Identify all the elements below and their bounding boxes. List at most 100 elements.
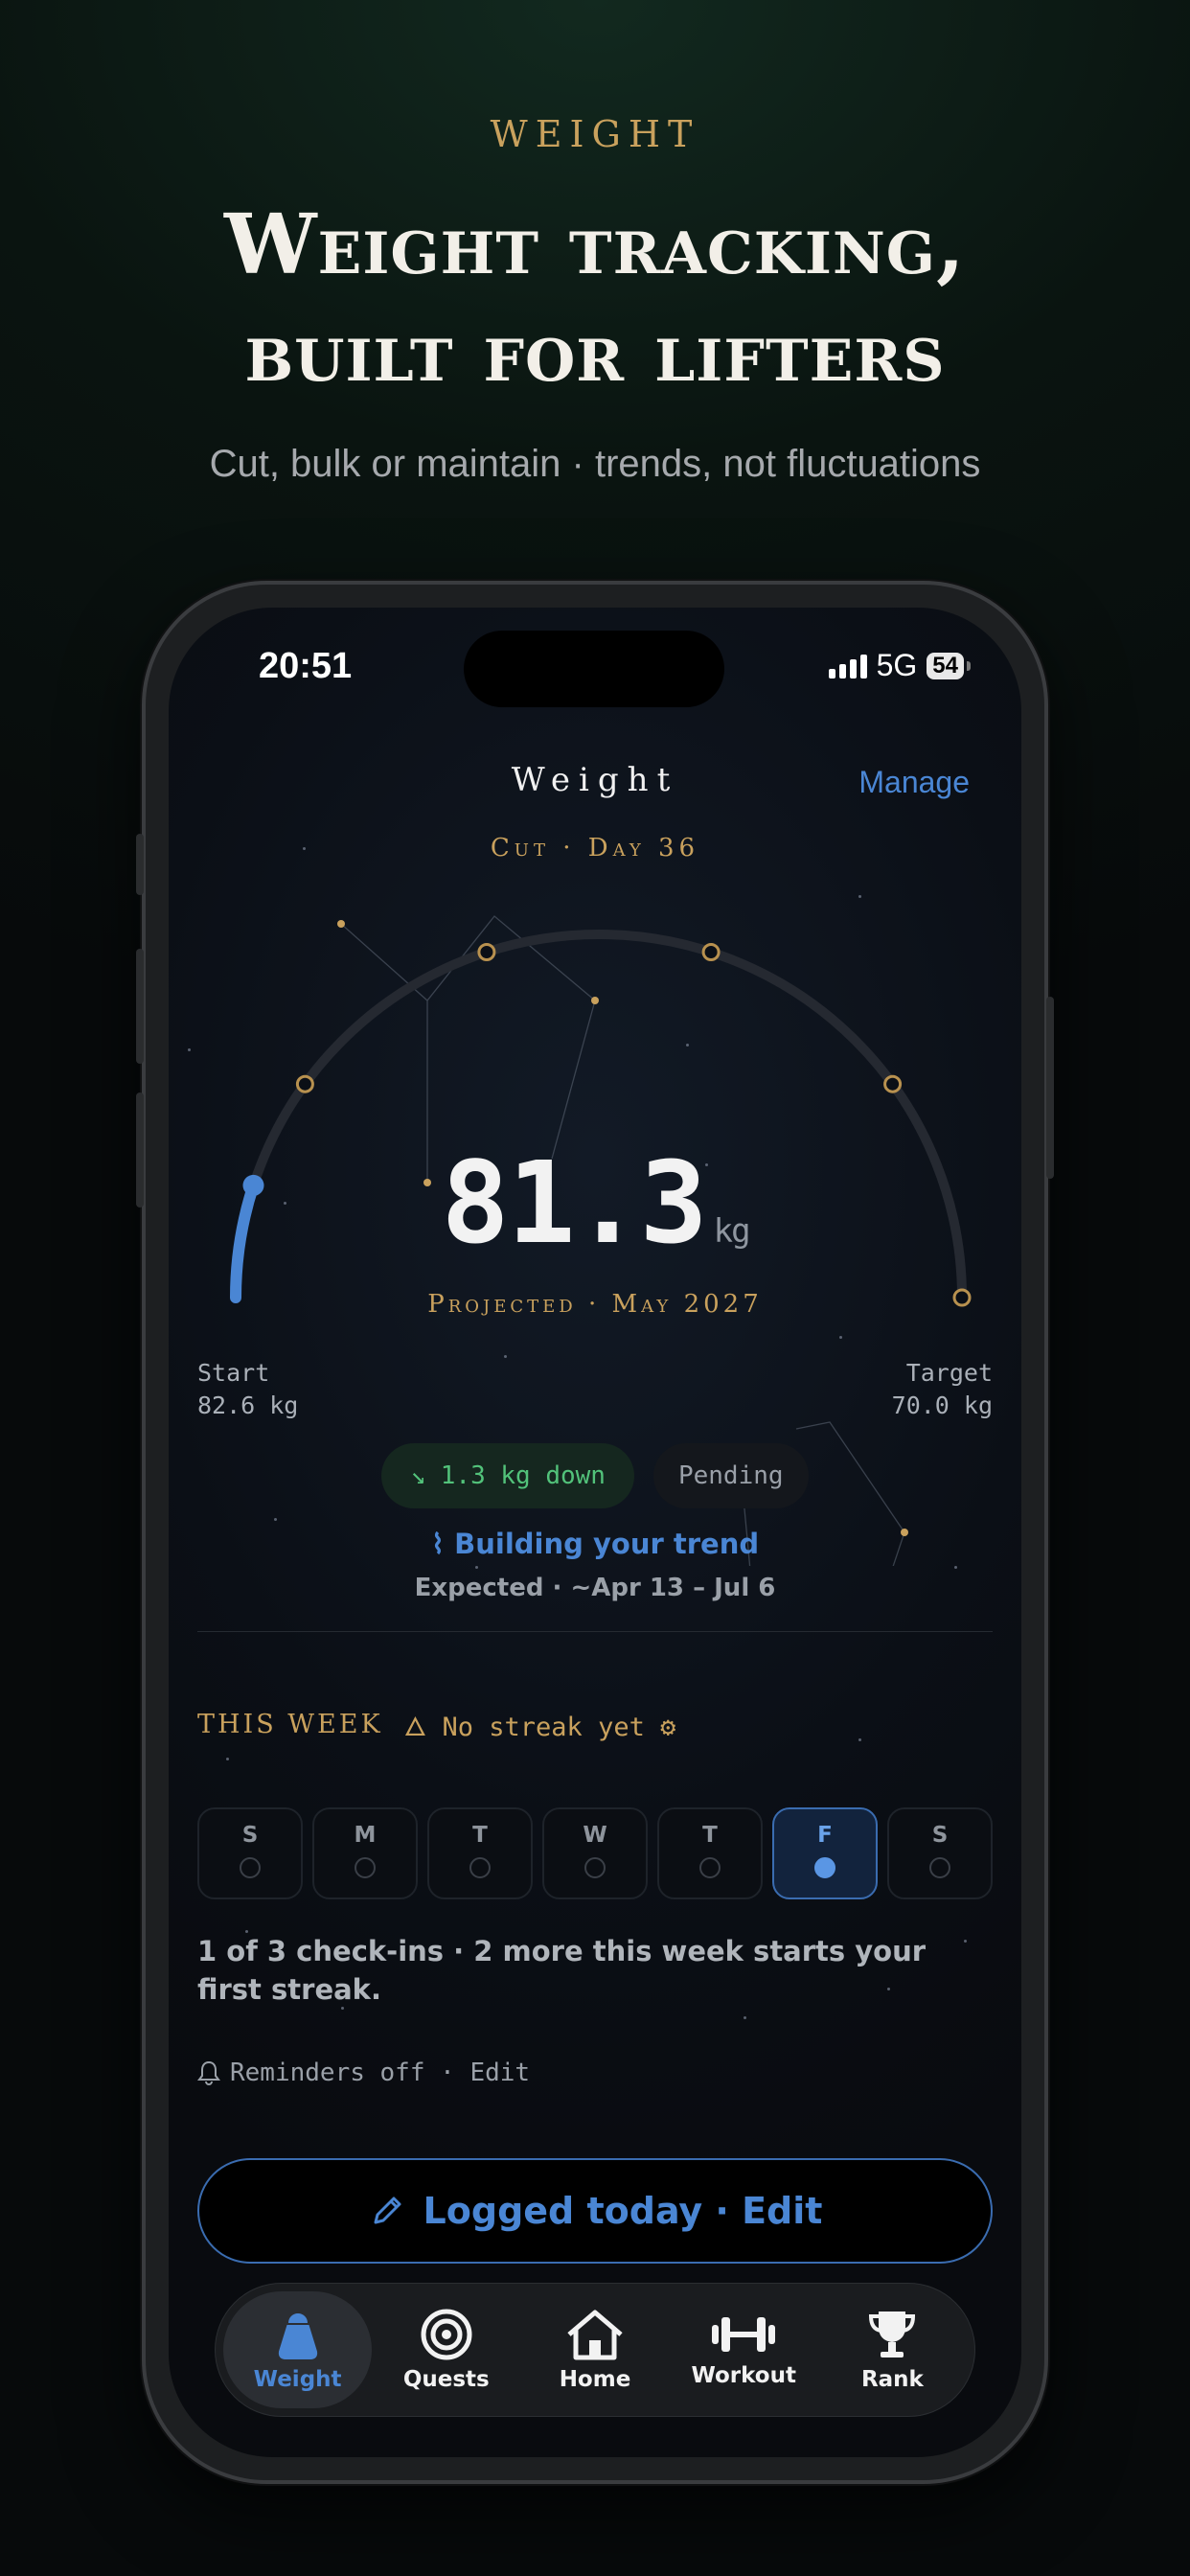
- week-header: THIS WEEK 🜂 No streak yet ⚙: [197, 1698, 675, 1751]
- trend-text: Building your trend: [454, 1528, 760, 1560]
- tab-rank[interactable]: Rank: [818, 2291, 967, 2408]
- bell-icon: [197, 2060, 220, 2085]
- day-letter: S: [931, 1823, 949, 1848]
- star: [475, 1566, 478, 1569]
- target-value: 70.0 kg: [891, 1392, 993, 1419]
- flame-icon: 🜂: [403, 1713, 427, 1742]
- target-icon: [421, 2309, 472, 2360]
- day-dot: [240, 1857, 261, 1878]
- action-button: [136, 834, 144, 895]
- status-time: 20:51: [259, 646, 353, 686]
- dynamic-island: [464, 631, 724, 707]
- star: [744, 2016, 746, 2019]
- star: [188, 1048, 191, 1051]
- hero-title-line1: Weight tracking,: [224, 196, 966, 293]
- star: [839, 1336, 842, 1339]
- trend-status: ⌇ Building your trend: [169, 1528, 1021, 1560]
- milestone-marker: [295, 1074, 314, 1093]
- star: [858, 1738, 861, 1741]
- manage-link[interactable]: Manage: [858, 765, 970, 800]
- week-days: SMTWTFS: [197, 1807, 993, 1899]
- power-button: [1046, 997, 1054, 1179]
- tab-label: Weight: [253, 2367, 342, 2392]
- day-dot: [929, 1857, 950, 1878]
- gear-icon[interactable]: ⚙: [660, 1713, 675, 1742]
- tab-workout[interactable]: Workout: [670, 2291, 818, 2408]
- logged-today-button[interactable]: Logged today · Edit: [197, 2158, 993, 2264]
- screen: 20:51 5G 54 Weight Manage Cut · Day 36 8…: [169, 608, 1021, 2457]
- tab-quests[interactable]: Quests: [372, 2291, 520, 2408]
- milestone-marker: [477, 943, 496, 961]
- hero-title-line2: built for lifters: [244, 304, 946, 401]
- day-dot: [355, 1857, 376, 1878]
- pending-pill: Pending: [652, 1443, 809, 1508]
- day-cell[interactable]: W: [542, 1807, 648, 1899]
- hero-title: Weight tracking, built for lifters: [0, 192, 1190, 406]
- tab-label: Workout: [691, 2363, 796, 2388]
- day-letter: M: [354, 1823, 377, 1848]
- volume-up-button: [136, 949, 144, 1064]
- day-letter: W: [583, 1823, 607, 1848]
- tab-label: Quests: [402, 2367, 490, 2392]
- status-pills: ↘ 1.3 kg down Pending: [169, 1443, 1021, 1508]
- day-cell[interactable]: M: [312, 1807, 418, 1899]
- trophy-icon: [869, 2312, 916, 2358]
- tab-bar: Weight Quests Home Workout Rank: [215, 2283, 975, 2417]
- battery-icon: 54: [927, 652, 971, 679]
- projected-label: Projected · May 2027: [427, 1290, 763, 1319]
- star: [964, 1940, 967, 1943]
- streak-status: 🜂 No streak yet ⚙: [404, 1698, 676, 1751]
- volume-down-button: [136, 1092, 144, 1208]
- current-weight: 81.3 kg: [169, 1137, 1021, 1269]
- phone-frame: 20:51 5G 54 Weight Manage Cut · Day 36 8…: [136, 581, 1054, 2484]
- streak-text: No streak yet: [442, 1713, 645, 1742]
- trending-down-icon: ↘: [410, 1461, 426, 1490]
- star: [954, 1566, 957, 1569]
- current-weight-value: 81.3: [441, 1137, 707, 1269]
- tab-label: Home: [559, 2367, 631, 2392]
- home-icon: [567, 2310, 623, 2360]
- change-pill-text: 1.3 kg down: [440, 1461, 606, 1490]
- star: [686, 1044, 689, 1046]
- day-dot: [584, 1857, 606, 1878]
- phase-label: Cut · Day 36: [490, 834, 700, 862]
- hero-subtitle: Cut, bulk or maintain · trends, not fluc…: [209, 443, 981, 485]
- chart-icon: ⌇: [430, 1528, 446, 1560]
- star: [504, 1355, 507, 1358]
- day-letter: T: [702, 1823, 718, 1848]
- weight-unit: kg: [713, 1212, 751, 1251]
- star: [226, 1758, 229, 1760]
- milestone-marker: [701, 943, 721, 961]
- day-dot: [814, 1857, 835, 1878]
- star: [274, 1518, 277, 1521]
- reminders-row[interactable]: Reminders off · Edit: [197, 2058, 530, 2087]
- target-label: Target: [905, 1359, 993, 1387]
- day-cell[interactable]: S: [197, 1807, 303, 1899]
- day-dot: [469, 1857, 491, 1878]
- signal-icon: [828, 654, 867, 678]
- day-letter: S: [241, 1823, 259, 1848]
- day-cell[interactable]: F: [772, 1807, 878, 1899]
- network-label: 5G: [876, 648, 918, 682]
- start-stat: Start 82.6 kg: [197, 1357, 298, 1422]
- start-label: Start: [197, 1359, 270, 1387]
- day-dot: [699, 1857, 721, 1878]
- tab-home[interactable]: Home: [520, 2291, 669, 2408]
- checkins-text: 1 of 3 check-ins · 2 more this week star…: [197, 1935, 927, 2006]
- target-stat: Target 70.0 kg: [892, 1357, 993, 1422]
- star: [858, 895, 861, 898]
- pencil-icon: [374, 2196, 401, 2224]
- day-letter: F: [817, 1823, 833, 1848]
- logged-today-label: Logged today · Edit: [423, 2190, 823, 2232]
- section-divider: [197, 1631, 993, 1632]
- day-cell[interactable]: T: [657, 1807, 763, 1899]
- tab-weight[interactable]: Weight: [223, 2291, 373, 2408]
- reminders-text: Reminders off · Edit: [230, 2058, 531, 2087]
- status-icons: 5G 54: [828, 648, 971, 683]
- kettlebell-icon: [278, 2313, 317, 2359]
- start-value: 82.6 kg: [197, 1392, 299, 1419]
- expected-range: Expected · ~Apr 13 – Jul 6: [414, 1574, 776, 1602]
- day-cell[interactable]: S: [887, 1807, 993, 1899]
- day-cell[interactable]: T: [427, 1807, 533, 1899]
- week-title: THIS WEEK: [197, 1710, 383, 1739]
